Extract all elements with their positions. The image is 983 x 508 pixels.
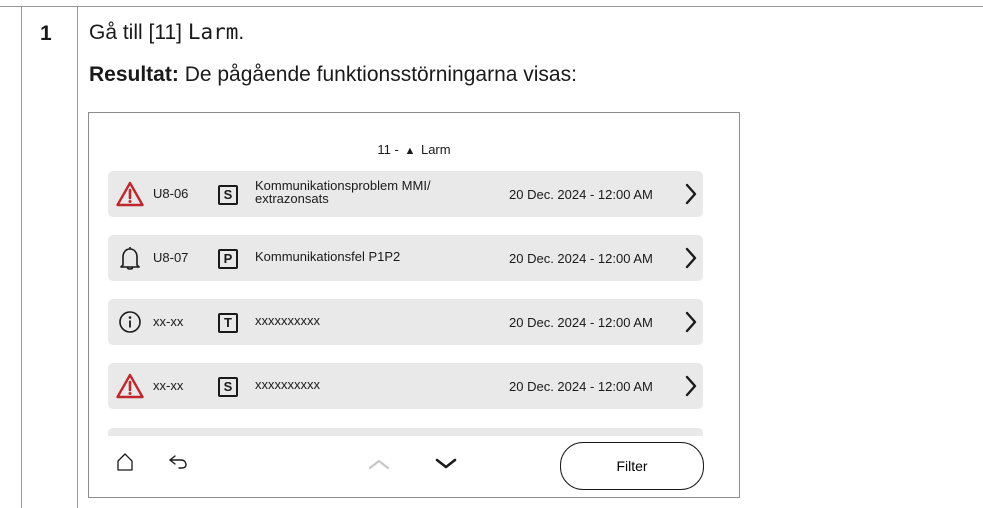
chevron-right-icon[interactable] — [685, 183, 697, 205]
table-column-rule — [77, 6, 78, 508]
screen-title-text: Larm — [420, 142, 451, 157]
alarm-row[interactable]: xx-xx S xxxxxxxxxx 20 Dec. 2024 - 12:00 … — [108, 363, 703, 409]
warning-triangle-icon — [116, 373, 144, 399]
result-text: De pågående funktionsstörningarna visas: — [178, 63, 577, 86]
info-circle-icon — [119, 311, 141, 333]
alarm-row[interactable]: U8-06 S Kommunikationsproblem MMI/ extra… — [108, 171, 703, 217]
chevron-right-icon[interactable] — [685, 375, 697, 397]
alarm-row[interactable]: xx-xx T xxxxxxxxxx 20 Dec. 2024 - 12:00 … — [108, 299, 703, 345]
alarm-date: 20 Dec. 2024 - 12:00 AM — [509, 251, 653, 266]
instruction-code: Larm — [187, 20, 239, 44]
alarm-date: 20 Dec. 2024 - 12:00 AM — [509, 187, 653, 202]
warning-triangle-icon — [116, 181, 144, 207]
alarm-description: xxxxxxxxxx — [255, 377, 320, 392]
result-label: Resultat: — [89, 63, 179, 86]
home-icon[interactable] — [116, 452, 134, 472]
alarm-code: xx-xx — [153, 314, 184, 329]
alarm-code: xx-xx — [153, 378, 184, 393]
back-arrow-icon[interactable] — [168, 454, 188, 470]
alarm-description: xxxxxxxxxx — [255, 313, 320, 328]
alarm-row-partial — [108, 428, 703, 436]
alarm-row[interactable]: U8-07 P Kommunikationsfel P1P2 20 Dec. 2… — [108, 235, 703, 281]
alarm-type-badge: P — [218, 249, 238, 269]
step-result: Resultat: De pågående funktionsstörninga… — [89, 63, 577, 87]
alarm-code: U8-06 — [153, 186, 189, 201]
table-top-rule — [0, 6, 983, 7]
step-number: 1 — [40, 22, 52, 45]
alarm-type-badge: S — [218, 185, 238, 205]
table-left-rule — [21, 6, 22, 508]
chevron-down-icon[interactable] — [435, 458, 457, 470]
alarm-type-badge: S — [218, 377, 238, 397]
alarm-code: U8-07 — [153, 250, 189, 265]
alarm-date: 20 Dec. 2024 - 12:00 AM — [509, 315, 653, 330]
alarm-description: Kommunikationsproblem MMI/ extrazonsats — [255, 178, 431, 206]
filter-button[interactable]: Filter — [560, 442, 704, 490]
screen-title: 11 - ▲ Larm — [89, 142, 739, 157]
screen-title-prefix: 11 - — [377, 142, 403, 157]
alarm-date: 20 Dec. 2024 - 12:00 AM — [509, 379, 653, 394]
bell-icon — [120, 247, 140, 270]
step-instruction: Gå till [11] Larm. — [89, 20, 244, 45]
device-screen: 11 - ▲ Larm U8-06 S Kommunikationsproble… — [88, 112, 740, 498]
instruction-prefix: Gå till [11] — [89, 21, 188, 44]
warning-triangle-icon: ▲ — [404, 145, 416, 157]
instruction-suffix: . — [238, 21, 245, 44]
chevron-up-icon[interactable] — [368, 458, 390, 470]
alarm-type-badge: T — [218, 313, 238, 333]
chevron-right-icon[interactable] — [685, 247, 697, 269]
alarm-description: Kommunikationsfel P1P2 — [255, 249, 401, 264]
chevron-right-icon[interactable] — [685, 311, 697, 333]
